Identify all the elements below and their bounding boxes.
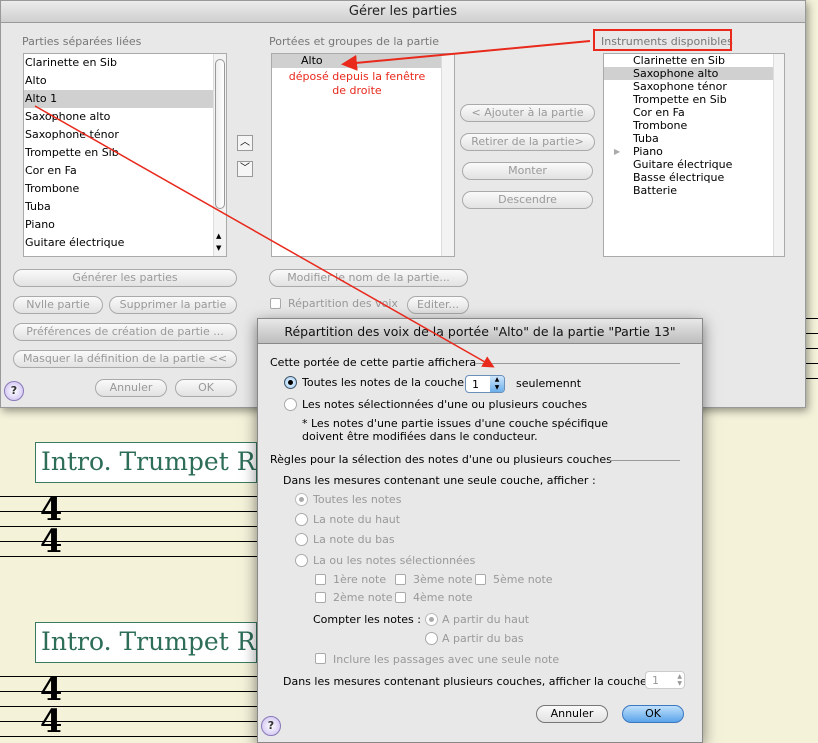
arrow-to-layer [34, 105, 495, 368]
annotation-arrows [34, 40, 591, 368]
arrow-to-staves [341, 40, 591, 71]
